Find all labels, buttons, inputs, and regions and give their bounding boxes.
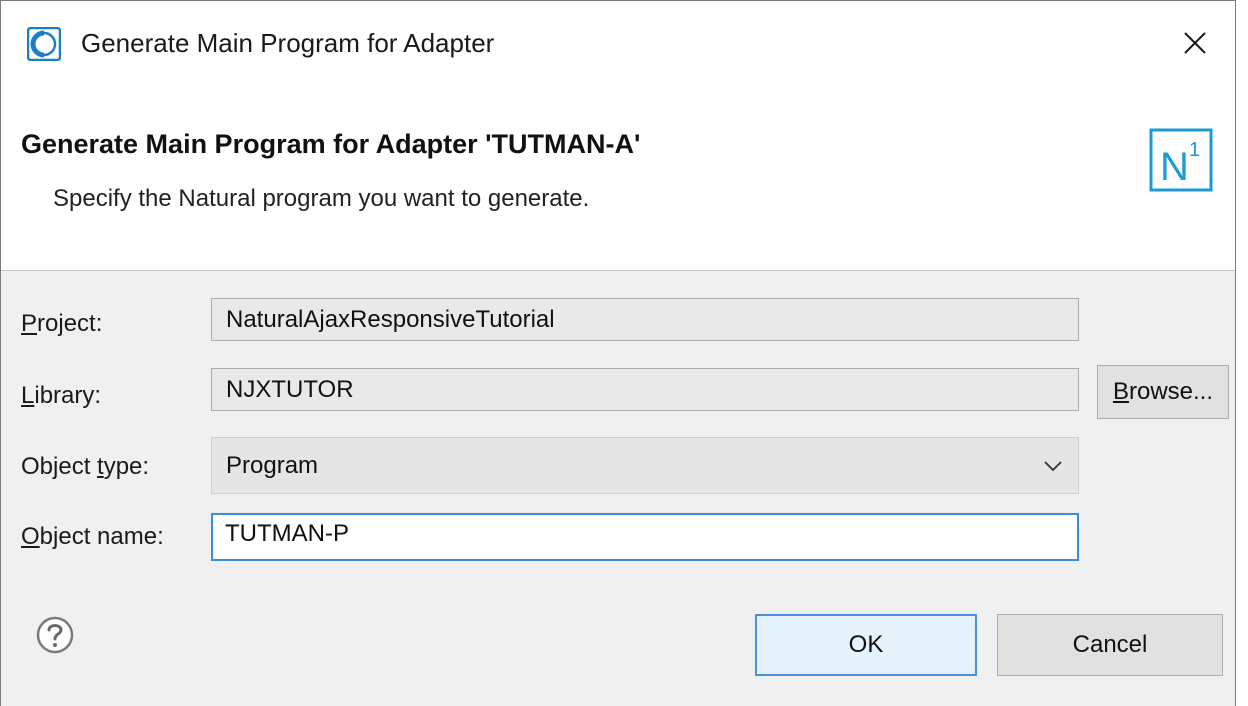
object-type-label-pre: Object: [21, 453, 98, 480]
browse-button[interactable]: Browse...: [1097, 365, 1229, 419]
ok-button[interactable]: OK: [755, 614, 977, 676]
dialog-window: Generate Main Program for Adapter Genera…: [0, 0, 1236, 706]
project-field[interactable]: NaturalAjaxResponsiveTutorial: [211, 298, 1079, 341]
logo-superscript: 1: [1189, 139, 1200, 161]
project-label-mnemonic: P: [21, 310, 38, 337]
page-title: Generate Main Program for Adapter 'TUTMA…: [21, 129, 641, 159]
object-type-label-mnemonic: t: [97, 453, 104, 480]
chevron-down-icon: [1044, 461, 1062, 472]
object-name-label: Object name:: [21, 523, 164, 551]
browse-label: rowse...: [1128, 378, 1214, 405]
help-icon[interactable]: [35, 615, 75, 655]
app-icon: [27, 27, 61, 61]
object-name-label-text: bject name:: [39, 523, 164, 550]
logo-letter: N: [1160, 145, 1189, 189]
header-banner: Generate Main Program for Adapter 'TUTMA…: [1, 87, 1235, 271]
browse-mnemonic: B: [1112, 378, 1129, 405]
close-button[interactable]: [1167, 15, 1223, 71]
n1-logo: N 1: [1149, 128, 1213, 192]
library-label-mnemonic: L: [21, 382, 35, 409]
library-label-text: ibrary:: [34, 382, 102, 409]
object-type-label-text: ype:: [103, 453, 150, 480]
close-icon: [1184, 32, 1206, 54]
title-bar[interactable]: Generate Main Program for Adapter: [1, 1, 1235, 87]
page-description: Specify the Natural program you want to …: [53, 185, 590, 212]
object-name-input[interactable]: TUTMAN-P: [211, 513, 1079, 561]
object-type-select[interactable]: Program: [211, 437, 1079, 494]
object-name-label-mnemonic: O: [21, 523, 40, 550]
library-label: Library:: [21, 382, 101, 410]
library-field[interactable]: NJXTUTOR: [211, 368, 1079, 411]
cancel-button[interactable]: Cancel: [997, 614, 1223, 676]
object-type-value: Program: [226, 452, 319, 479]
project-label-text: roject:: [37, 310, 103, 337]
project-label: Project:: [21, 310, 102, 338]
object-type-label: Object type:: [21, 453, 149, 481]
window-title: Generate Main Program for Adapter: [81, 28, 495, 58]
